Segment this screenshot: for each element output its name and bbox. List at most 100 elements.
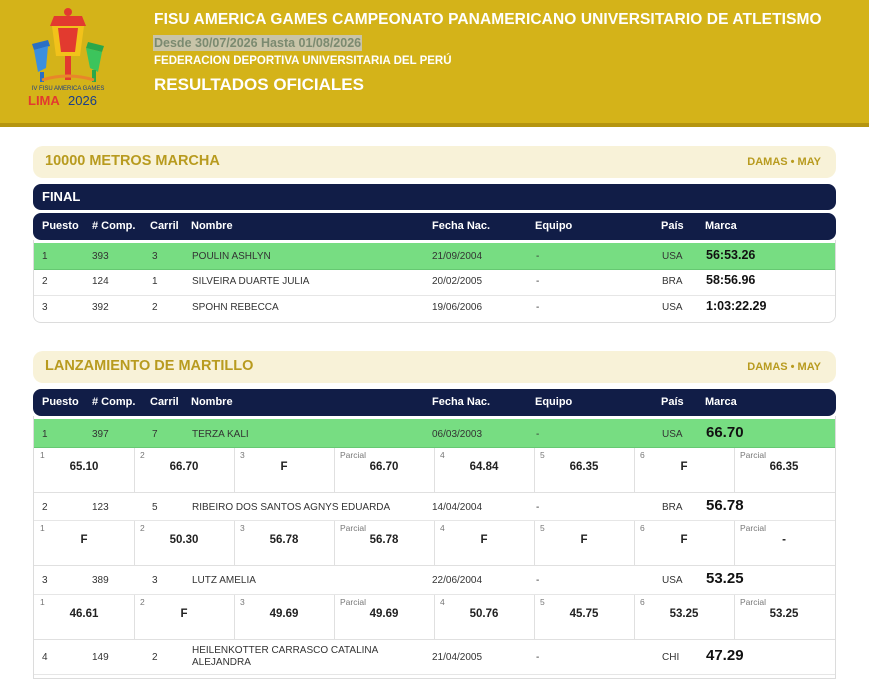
mark: 56.78: [706, 497, 744, 514]
round-label: FINAL: [42, 189, 81, 204]
results-table-10000m-walk: 1 393 3 POULIN ASHLYN 21/09/2004 - USA 5…: [33, 240, 836, 323]
birth-date: 21/04/2005: [432, 652, 483, 663]
team: -: [536, 652, 540, 663]
athlete-name: RIBEIRO DOS SANTOS AGNYS EDUARDA: [192, 502, 391, 513]
results-table-hammer-throw: 1 397 7 TERZA KALI 06/03/2003 - USA 66.7…: [33, 416, 836, 679]
attempt-cell: 6 53.25: [634, 595, 735, 639]
lane: 1: [152, 276, 158, 287]
lane: 2: [152, 302, 158, 313]
col-mark: Marca: [705, 396, 737, 408]
comp-number: 392: [92, 302, 109, 313]
attempt-cell: 4 64.84: [434, 448, 535, 492]
place: 1: [42, 429, 48, 440]
col-dob: Fecha Nac.: [432, 396, 491, 408]
mark: 53.25: [706, 570, 744, 587]
event-header-10000m-walk: 10000 METROS MARCHA DAMAS • MAY: [33, 146, 836, 178]
event-header-hammer-throw: LANZAMIENTO DE MARTILLO DAMAS • MAY: [33, 351, 836, 383]
country: USA: [662, 251, 683, 262]
partial-cell: Parcial -: [740, 523, 786, 546]
athlete-name: POULIN ASHLYN: [192, 251, 271, 262]
team: -: [536, 302, 540, 313]
lane: 3: [152, 575, 158, 586]
col-place: Puesto: [42, 396, 79, 408]
comp-number: 149: [92, 652, 109, 663]
svg-text:2026: 2026: [68, 93, 97, 108]
athlete-name: SPOHN REBECCA: [192, 302, 279, 313]
comp-number: 124: [92, 276, 109, 287]
mark: 56:53.26: [706, 248, 756, 262]
athlete-name: TERZA KALI: [192, 429, 249, 440]
col-team: Equipo: [535, 396, 573, 408]
col-lane: Carril: [150, 220, 179, 232]
championship-title: FISU AMERICA GAMES CAMPEONATO PANAMERICA…: [154, 11, 822, 28]
table-row[interactable]: 1 397 7 TERZA KALI 06/03/2003 - USA 66.7…: [34, 419, 835, 448]
country: USA: [662, 429, 683, 440]
col-team: Equipo: [535, 220, 573, 232]
attempts-row: 1F 2 50.30 3 56.78 Parcial 56.78 4F 5F 6F P…: [34, 521, 835, 566]
lane: 2: [152, 652, 158, 663]
comp-number: 393: [92, 251, 109, 262]
attempt-cell: 1F: [34, 521, 135, 565]
partial-cell: Parcial 66.35: [740, 450, 799, 473]
country: USA: [662, 575, 683, 586]
mark: 1:03:22.29: [706, 299, 767, 313]
birth-date: 06/03/2003: [432, 429, 483, 440]
col-lane: Carril: [150, 396, 179, 408]
country: USA: [662, 302, 683, 313]
table-row[interactable]: 1 393 3 POULIN ASHLYN 21/09/2004 - USA 5…: [34, 243, 835, 270]
attempts-row: 1 65.10 2 66.70 3F Parcial 66.70 4 64.84 5 66…: [34, 448, 835, 493]
birth-date: 20/02/2005: [432, 276, 483, 287]
lane: 5: [152, 502, 158, 513]
place: 3: [42, 302, 48, 313]
attempt-cell: 6F: [634, 448, 735, 492]
table-row[interactable]: 2 123 5 RIBEIRO DOS SANTOS AGNYS EDUARDA…: [34, 493, 835, 521]
fisu-lima-2026-logo: IV FISU AMERICA GAMES LIMA 2026: [28, 8, 105, 108]
col-country: País: [661, 396, 684, 408]
table-row[interactable]: 4 149 2 HEILENKOTTER CARRASCO CATALINA A…: [34, 640, 835, 675]
place: 2: [42, 502, 48, 513]
partial-cell: Parcial 49.69: [334, 595, 435, 639]
col-name: Nombre: [191, 396, 233, 408]
partial-cell: Parcial 56.78: [334, 521, 435, 565]
table-header: Puesto # Comp. Carril Nombre Fecha Nac. …: [33, 389, 836, 416]
attempt-cell: 1 46.61: [34, 595, 135, 639]
col-name: Nombre: [191, 220, 233, 232]
athlete-name: SILVEIRA DUARTE JULIA: [192, 276, 310, 287]
place: 4: [42, 652, 48, 663]
attempt-cell: 1 65.10: [34, 448, 135, 492]
team: -: [536, 429, 540, 440]
col-dob: Fecha Nac.: [432, 220, 491, 232]
attempt-cell: 2 66.70: [134, 448, 235, 492]
lantern-right-icon: [86, 42, 104, 82]
comp-number: 389: [92, 575, 109, 586]
athlete-name: HEILENKOTTER CARRASCO CATALINA ALEJANDRA: [192, 645, 378, 668]
table-row[interactable]: 3 392 2 SPOHN REBECCA 19/06/2006 - USA 1…: [34, 296, 835, 321]
attempt-cell: 4F: [434, 521, 535, 565]
event-category: DAMAS • MAY: [747, 361, 821, 373]
attempt-cell: 2F: [134, 595, 235, 639]
col-mark: Marca: [705, 220, 737, 232]
attempt-cell: 6F: [634, 521, 735, 565]
partial-cell: Parcial 66.70: [334, 448, 435, 492]
attempt-cell: 3F: [234, 448, 335, 492]
attempt-cell: 5F: [534, 521, 635, 565]
round-header: FINAL: [33, 184, 836, 210]
federation-name: FEDERACION DEPORTIVA UNIVERSITARIA DEL P…: [154, 55, 452, 67]
svg-text:IV FISU AMERICA GAMES: IV FISU AMERICA GAMES: [32, 86, 105, 92]
place: 2: [42, 276, 48, 287]
attempt-cell: 4 50.76: [434, 595, 535, 639]
table-header: Puesto # Comp. Carril Nombre Fecha Nac. …: [33, 213, 836, 240]
table-row[interactable]: 3 389 3 LUTZ AMELIA 22/06/2004 - USA 53.…: [34, 566, 835, 595]
lantern-center-icon: [50, 8, 86, 80]
event-category: DAMAS • MAY: [747, 156, 821, 168]
place: 1: [42, 251, 48, 262]
comp-number: 397: [92, 429, 109, 440]
attempt-cell: 5 45.75: [534, 595, 635, 639]
mark: 47.29: [706, 647, 744, 664]
team: -: [536, 276, 540, 287]
birth-date: 22/06/2004: [432, 575, 483, 586]
comp-number: 123: [92, 502, 109, 513]
table-row[interactable]: 2 124 1 SILVEIRA DUARTE JULIA 20/02/2005…: [34, 270, 835, 296]
attempt-cell: 3 56.78: [234, 521, 335, 565]
lantern-left-icon: [32, 40, 50, 82]
